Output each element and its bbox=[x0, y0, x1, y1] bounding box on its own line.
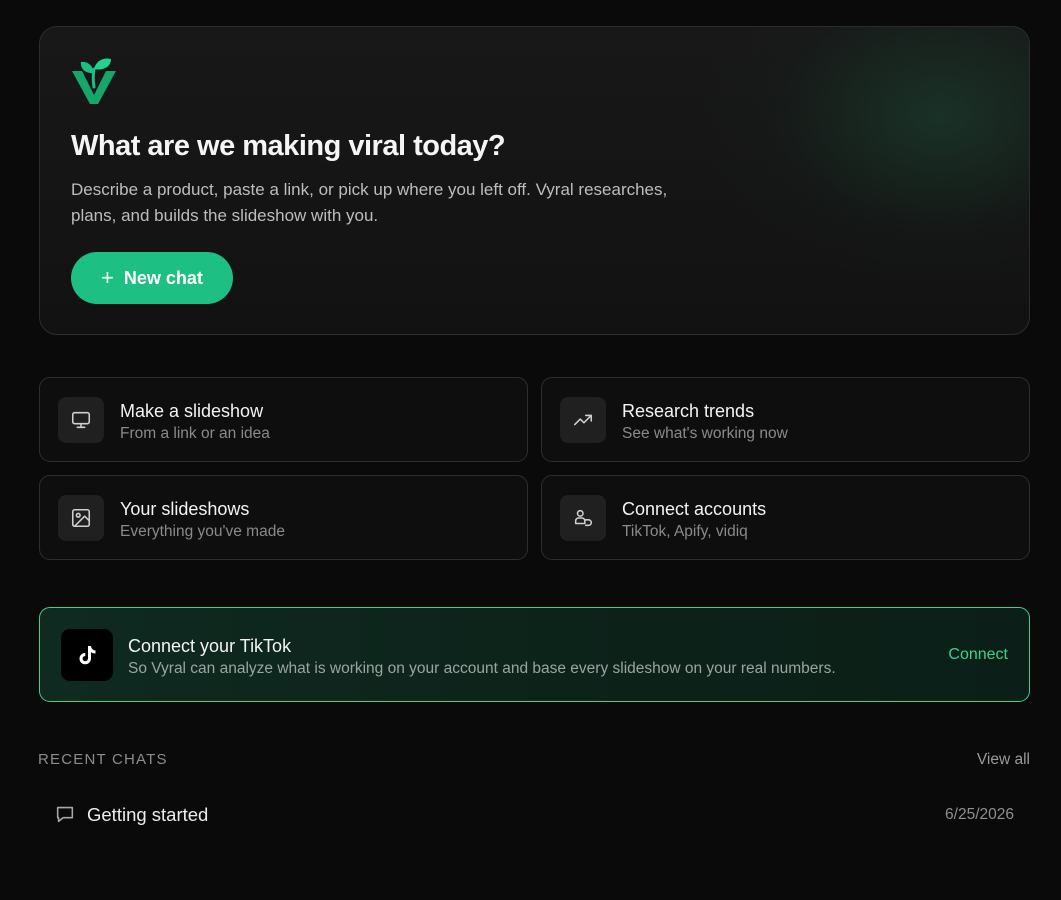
hero-description: Describe a product, paste a link, or pic… bbox=[71, 180, 668, 225]
monitor-icon bbox=[58, 397, 104, 443]
card-subtitle: Everything you've made bbox=[120, 523, 285, 540]
image-icon bbox=[58, 495, 104, 541]
view-all-link[interactable]: View all bbox=[977, 751, 1030, 769]
card-subtitle: See what's working now bbox=[622, 425, 788, 442]
tiktok-icon bbox=[61, 629, 113, 681]
make-slideshow-card[interactable]: Make a slideshow From a link or an idea bbox=[39, 377, 528, 462]
connect-tiktok-banner: Connect your TikTok So Vyral can analyze… bbox=[39, 607, 1030, 702]
chat-date: 6/25/2026 bbox=[945, 806, 1014, 823]
your-slideshows-card[interactable]: Your slideshows Everything you've made bbox=[39, 475, 528, 560]
home-page: What are we making viral today? Describe… bbox=[0, 0, 1061, 900]
chat-bubble-icon bbox=[56, 806, 74, 823]
new-chat-label: New chat bbox=[123, 267, 203, 288]
card-title: Your slideshows bbox=[120, 499, 250, 519]
plus-icon: + bbox=[101, 265, 114, 290]
card-subtitle: From a link or an idea bbox=[120, 425, 270, 442]
tiktok-banner-title: Connect your TikTok bbox=[128, 636, 292, 656]
card-title: Make a slideshow bbox=[120, 401, 264, 421]
hero-title: What are we making viral today? bbox=[71, 130, 506, 162]
connect-tiktok-button[interactable]: Connect bbox=[948, 646, 1008, 664]
tiktok-banner-subtitle: So Vyral can analyze what is working on … bbox=[128, 660, 836, 677]
card-title: Connect accounts bbox=[622, 499, 767, 519]
hero-panel: What are we making viral today? Describe… bbox=[39, 26, 1030, 335]
trending-up-icon bbox=[560, 397, 606, 443]
vyral-sprout-logo-icon bbox=[72, 58, 116, 104]
card-subtitle: TikTok, Apify, vidiq bbox=[622, 523, 748, 540]
research-trends-card[interactable]: Research trends See what's working now bbox=[541, 377, 1030, 462]
recent-chat-item[interactable]: Getting started 6/25/2026 bbox=[39, 793, 1030, 837]
link-accounts-icon bbox=[560, 495, 606, 541]
connect-accounts-card[interactable]: Connect accounts TikTok, Apify, vidiq bbox=[541, 475, 1030, 560]
chat-title: Getting started bbox=[87, 804, 209, 825]
card-title: Research trends bbox=[622, 401, 755, 421]
recent-chats-heading: RECENT CHATS bbox=[38, 751, 168, 768]
new-chat-button[interactable]: + New chat bbox=[71, 252, 233, 304]
